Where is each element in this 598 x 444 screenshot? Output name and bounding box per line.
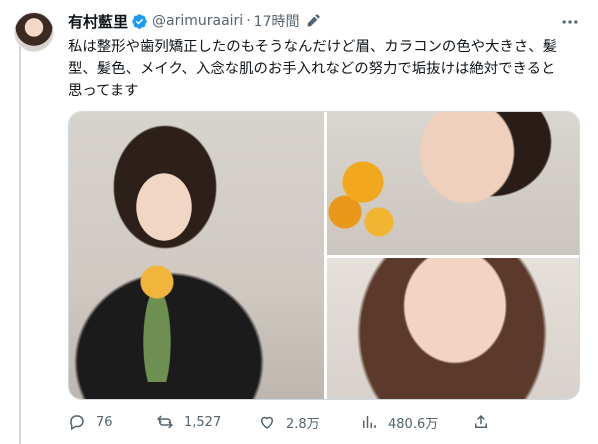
tweet-text: 私は整形や歯列矯正したのもそうなんだけど眉、カラコンの色や大きさ、髪 型、髪色、… (68, 36, 584, 102)
thread-line (19, 46, 21, 444)
retweet-button[interactable]: 1,527 (156, 413, 221, 431)
tweet-header: 有村藍里 @arimuraairi · 17時間 (68, 8, 584, 34)
author-handle[interactable]: @arimuraairi (152, 13, 243, 29)
tweet-text-line: 私は整形や歯列矯正したのもそうなんだけど眉、カラコンの色や大きさ、髪 (68, 39, 557, 55)
more-options-icon[interactable] (560, 12, 580, 32)
like-heart-icon (260, 416, 274, 429)
reply-button[interactable]: 76 (68, 413, 113, 431)
tweet[interactable]: 有村藍里 @arimuraairi · 17時間 私は整形や歯列矯正したのもそう… (0, 0, 598, 444)
action-bar: 76 1,527 2.8万 480.6万 (68, 410, 584, 434)
separator-dot: · (246, 13, 251, 29)
reply-icon (70, 415, 84, 431)
media-grid (68, 111, 580, 400)
retweet-icon (157, 415, 173, 429)
tweet-content: 有村藍里 @arimuraairi · 17時間 私は整形や歯列矯正したのもそう… (68, 8, 584, 432)
reply-count: 76 (96, 414, 113, 430)
views-button[interactable]: 480.6万 (360, 413, 438, 432)
like-count: 2.8万 (286, 416, 320, 432)
retweet-count: 1,527 (184, 414, 222, 430)
tweet-time[interactable]: 17時間 (254, 11, 300, 31)
views-count: 480.6万 (388, 416, 439, 432)
views-chart-icon (363, 416, 376, 428)
like-button[interactable]: 2.8万 (258, 413, 320, 432)
photo-woman-side-profile[interactable] (327, 112, 579, 255)
edited-pencil-icon[interactable] (305, 13, 321, 29)
tweet-text-line: 思ってます (68, 83, 139, 99)
photo-woman-smiling[interactable] (327, 258, 579, 399)
author-name[interactable]: 有村藍里 (68, 11, 128, 32)
tweet-text-line: 型、髪色、メイク、入念な肌のお手入れなどの努力で垢抜けは絶対できると (68, 61, 556, 77)
share-icon (475, 414, 487, 428)
flower-illustration (327, 152, 407, 252)
photo-woman-black-dress[interactable] (69, 112, 324, 399)
flower-illustration (127, 262, 187, 382)
share-button[interactable] (472, 413, 490, 431)
verified-badge-icon (131, 13, 148, 30)
